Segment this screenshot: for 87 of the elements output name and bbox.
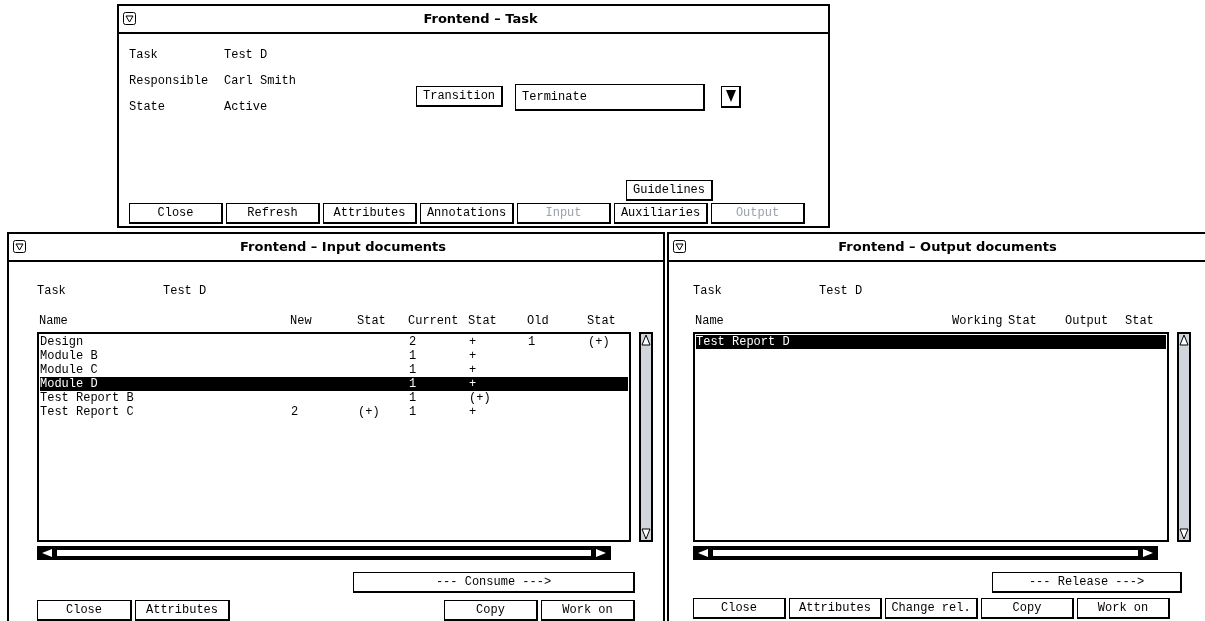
list-cell-text: 1	[409, 404, 418, 419]
list-cell-text: Design	[40, 334, 85, 349]
push-button[interactable]: Refresh	[226, 203, 320, 224]
list-cell-text: 1	[409, 362, 418, 377]
dropdown-arrow-icon	[725, 90, 736, 102]
scroll-right-icon[interactable]	[595, 548, 607, 557]
column-header: Stat	[468, 312, 498, 330]
window-title: Frontend – Task	[423, 10, 538, 28]
field-label: Task	[37, 282, 67, 300]
list-cell-text: 2	[291, 404, 300, 419]
list-cell-text: (+)	[358, 404, 381, 419]
field-label: Task	[129, 46, 159, 64]
document-list[interactable]: Test Report D	[693, 331, 1169, 542]
field-value: Test D	[163, 282, 207, 300]
scroll-up-icon[interactable]	[641, 333, 651, 346]
push-button[interactable]: Work on	[541, 599, 635, 621]
list-cell-text: Module D	[40, 376, 99, 391]
push-button[interactable]: --- Release --->	[992, 571, 1182, 593]
horizontal-scrollbar[interactable]	[693, 545, 1158, 560]
list-cell-text: +	[469, 404, 478, 419]
column-header: Stat	[587, 312, 617, 330]
push-button[interactable]: Attributes	[323, 203, 417, 224]
push-button[interactable]: Close	[37, 599, 132, 621]
horizontal-scrollbar[interactable]	[37, 545, 611, 560]
push-button[interactable]: Work on	[1077, 597, 1170, 619]
push-button[interactable]: Close	[693, 597, 786, 619]
field-label: Task	[693, 282, 723, 300]
list-cell-text: Module B	[40, 348, 99, 363]
push-button[interactable]: --- Consume --->	[353, 571, 635, 593]
document-list[interactable]: Design 2 + 1 (+) Module B 1 + Module C 1 + Module D 1 + Test Report B 1 (+) Test Report C 2 (+) 1 +	[37, 331, 631, 542]
list-cell-text: 1	[528, 334, 537, 349]
column-header: Old	[527, 312, 550, 330]
transition-field[interactable]: Terminate	[515, 83, 706, 111]
list-cell-text: +	[469, 362, 478, 377]
push-button[interactable]: Attributes	[135, 599, 230, 621]
list-cell-text: +	[469, 334, 478, 349]
list-row[interactable]: Test Report D	[696, 334, 1166, 349]
window-menu-icon[interactable]	[123, 11, 137, 26]
column-header: Working	[952, 312, 1004, 330]
list-cell-text: 1	[409, 390, 418, 405]
field-value: Active	[224, 98, 268, 116]
push-button[interactable]: Close	[129, 203, 223, 224]
list-cell-text: Test Report D	[696, 334, 791, 349]
list-cell-text: 1	[409, 348, 418, 363]
window-title: Frontend – Input documents	[240, 238, 446, 256]
column-header: Stat	[357, 312, 387, 330]
scroll-right-icon[interactable]	[1142, 548, 1154, 557]
field-value: Test D	[819, 282, 863, 300]
dropdown-button[interactable]	[721, 85, 742, 108]
field-label: State	[129, 98, 166, 116]
scroll-down-icon[interactable]	[641, 527, 651, 540]
vertical-scrollbar[interactable]	[639, 331, 653, 542]
column-header: Output	[1065, 312, 1110, 330]
list-cell-text: +	[469, 376, 478, 391]
list-cell-text: Module C	[40, 362, 99, 377]
column-header: Stat	[1125, 312, 1155, 330]
window-menu-icon[interactable]	[673, 239, 687, 254]
push-button[interactable]: Annotations	[420, 203, 514, 224]
push-button[interactable]: Transition	[416, 85, 504, 107]
column-header: Stat	[1008, 312, 1038, 330]
list-cell-text: +	[469, 348, 478, 363]
push-button[interactable]: Copy	[981, 597, 1074, 619]
list-cell-text: (+)	[469, 390, 492, 405]
list-cell-text: 2	[409, 334, 418, 349]
window-menu-icon[interactable]	[13, 239, 27, 254]
scroll-left-icon[interactable]	[41, 548, 53, 557]
push-button[interactable]: Change rel.	[885, 597, 978, 619]
list-cell-text: Test Report B	[40, 390, 135, 405]
field-value: Test D	[224, 46, 268, 64]
field-value: Carl Smith	[224, 72, 296, 90]
push-button[interactable]: Attributes	[789, 597, 882, 619]
column-header: Current	[408, 312, 460, 330]
list-cell-text: Test Report C	[40, 404, 135, 419]
column-header: Name	[695, 312, 725, 330]
column-header: Name	[39, 312, 69, 330]
column-header: New	[290, 312, 313, 330]
push-button[interactable]: Guidelines	[626, 180, 713, 201]
scroll-up-icon[interactable]	[1179, 333, 1189, 346]
scroll-left-icon[interactable]	[697, 548, 709, 557]
window-title: Frontend – Output documents	[838, 238, 1057, 256]
list-cell-text: 1	[409, 376, 418, 391]
list-cell-text: (+)	[588, 334, 611, 349]
scroll-down-icon[interactable]	[1179, 527, 1189, 540]
push-button[interactable]: Auxiliaries	[614, 203, 708, 224]
push-button[interactable]: Copy	[444, 599, 538, 621]
vertical-scrollbar[interactable]	[1177, 331, 1191, 542]
field-label: Responsible	[129, 72, 210, 90]
